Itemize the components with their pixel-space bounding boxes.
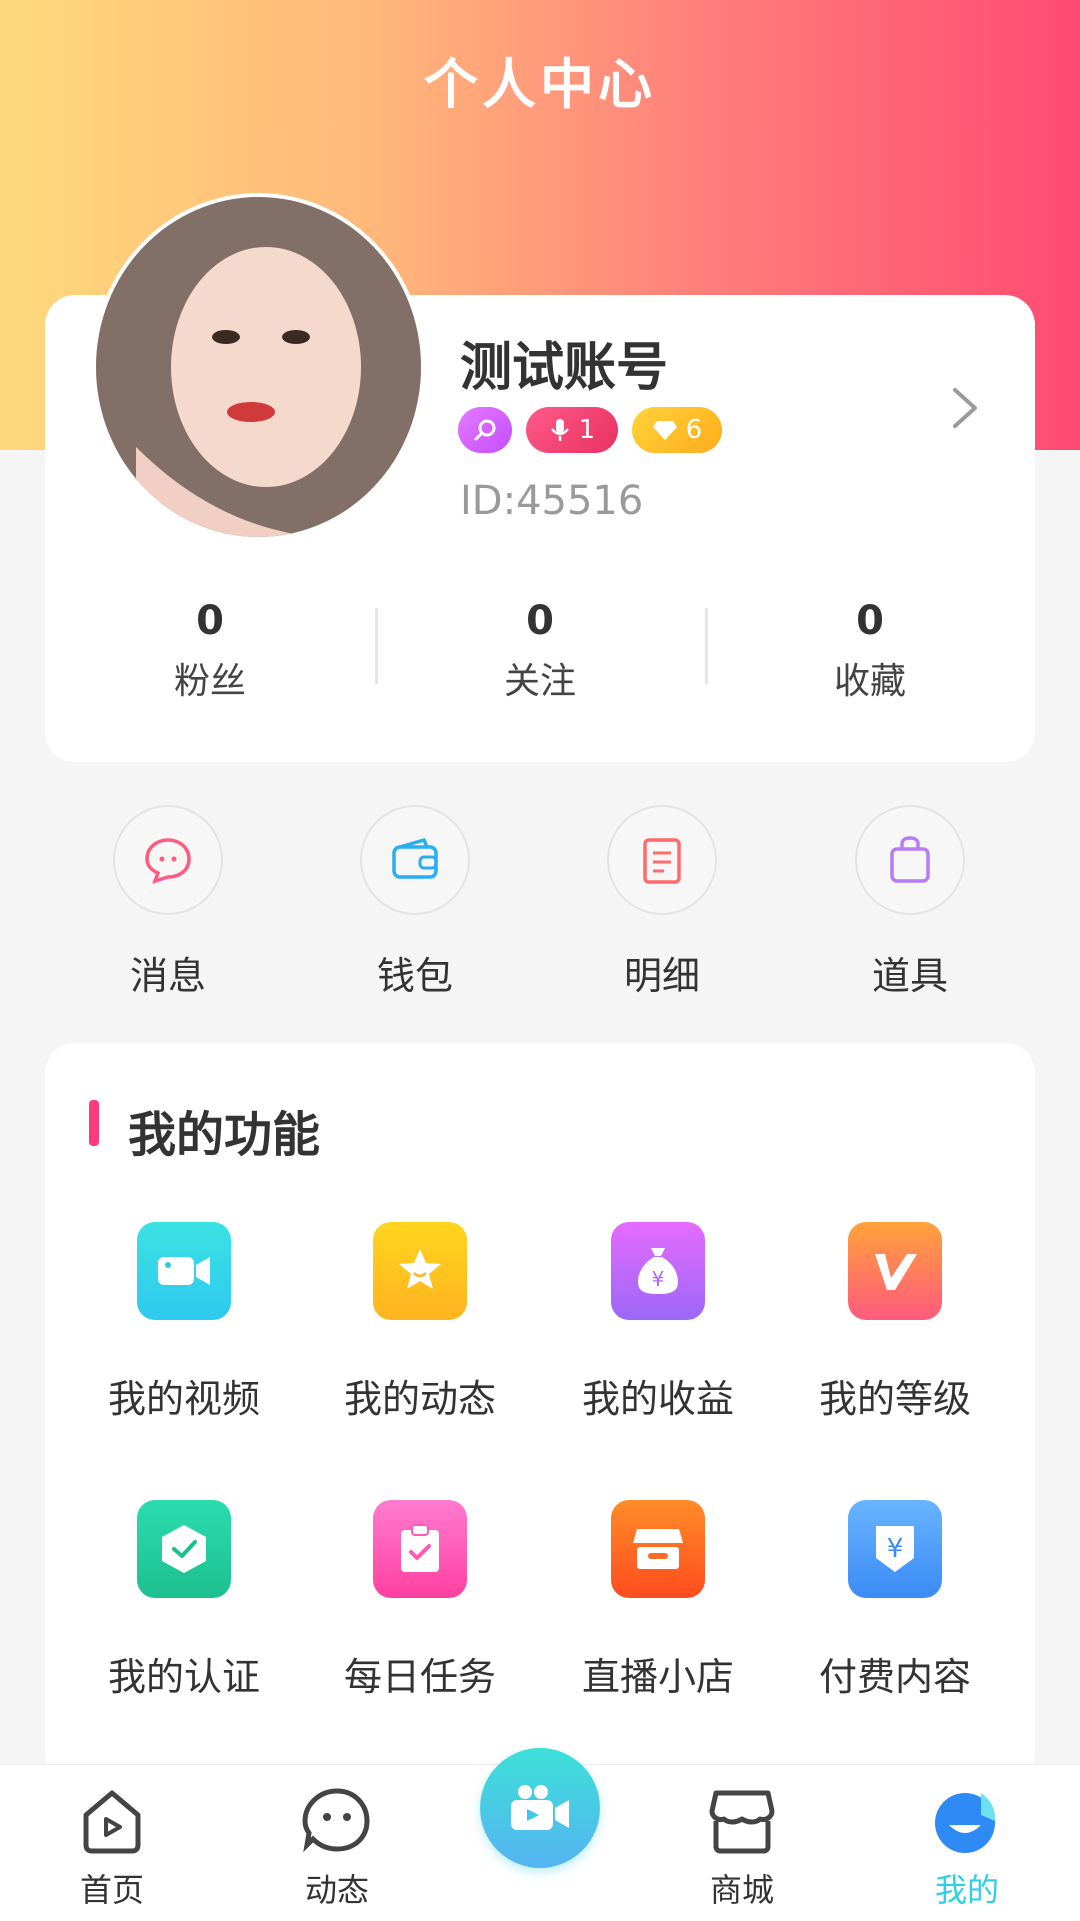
divider	[375, 608, 378, 684]
live-camera-icon	[511, 1785, 569, 1830]
microphone-icon	[550, 419, 569, 441]
stats-row: 0 粉丝 0 关注 0 收藏	[45, 598, 1035, 704]
quick-action-label: 道具	[871, 954, 948, 998]
profile-face-icon	[935, 1793, 996, 1853]
tab-label: 首页	[79, 1871, 144, 1909]
function-label: 每日任务	[343, 1655, 496, 1699]
tab-label: 我的	[934, 1871, 999, 1909]
function-my-moments[interactable]: 我的动态	[302, 1222, 538, 1423]
function-label: 我的收益	[581, 1377, 734, 1421]
username: 测试账号	[460, 338, 669, 398]
chevron-right-icon[interactable]	[950, 386, 980, 430]
stat-following[interactable]: 0 关注	[375, 598, 705, 704]
shield-check-icon	[137, 1500, 231, 1598]
diamond-level-text: 6	[685, 415, 703, 445]
face-bubble-icon	[302, 1788, 370, 1853]
tab-label: 商城	[709, 1871, 774, 1909]
search-magnifier-icon	[458, 407, 512, 453]
stat-value: 0	[196, 598, 224, 644]
diamond-icon	[652, 421, 677, 440]
function-my-videos[interactable]: 我的视频	[66, 1222, 302, 1423]
function-label: 我的认证	[107, 1655, 260, 1699]
section-title: 我的功能	[128, 1107, 321, 1163]
function-daily-tasks[interactable]: 每日任务	[302, 1500, 538, 1701]
clipboard-check-icon	[373, 1500, 467, 1598]
page-title: 个人中心	[424, 53, 656, 116]
level-v-icon	[848, 1222, 942, 1320]
quick-action-label: 钱包	[376, 954, 453, 998]
function-label: 付费内容	[818, 1655, 971, 1699]
video-camera-icon	[137, 1222, 231, 1320]
message-bubble-icon	[113, 805, 223, 915]
tab-label: 动态	[304, 1871, 369, 1909]
stat-label: 收藏	[833, 661, 906, 702]
wallet-icon	[360, 805, 470, 915]
tab-mall[interactable]: 商城	[682, 1785, 802, 1911]
stat-value: 0	[526, 598, 554, 644]
mic-level-text: 1	[578, 415, 596, 445]
function-label: 直播小店	[581, 1655, 734, 1699]
live-center-button[interactable]	[480, 1748, 600, 1868]
avatar[interactable]	[92, 193, 425, 541]
home-play-icon	[83, 1790, 141, 1854]
stat-value: 0	[856, 598, 884, 644]
stat-favorites[interactable]: 0 收藏	[705, 598, 1035, 704]
badge-row: 1 6	[458, 407, 722, 453]
tab-home[interactable]: 首页	[52, 1785, 172, 1911]
tab-mine[interactable]: 我的	[907, 1785, 1027, 1911]
money-bag-icon: ¥	[611, 1222, 705, 1320]
stat-label: 粉丝	[173, 661, 246, 702]
star-icon	[373, 1222, 467, 1320]
document-list-icon	[607, 805, 717, 915]
function-label: 我的动态	[343, 1377, 496, 1421]
function-live-store[interactable]: 直播小店	[540, 1500, 776, 1701]
level-badge-diamond: 6	[632, 407, 722, 453]
quick-action-wallet[interactable]: 钱包	[315, 805, 515, 1000]
quick-action-label: 消息	[129, 954, 206, 998]
section-accent-bar	[89, 1100, 99, 1146]
function-label: 我的视频	[107, 1377, 260, 1421]
level-badge-mic: 1	[526, 407, 618, 453]
paid-shield-yen-icon: ¥	[848, 1500, 942, 1598]
function-my-verification[interactable]: 我的认证	[66, 1500, 302, 1701]
function-my-earnings[interactable]: ¥ 我的收益	[540, 1222, 776, 1423]
store-icon	[611, 1500, 705, 1598]
stat-label: 关注	[503, 661, 576, 702]
function-paid-content[interactable]: ¥ 付费内容	[777, 1500, 1013, 1701]
tab-moments[interactable]: 动态	[277, 1785, 397, 1911]
user-id: ID:45516	[460, 478, 644, 524]
svg-text:¥: ¥	[887, 1534, 904, 1564]
function-label: 我的等级	[818, 1377, 971, 1421]
shop-icon	[709, 1790, 775, 1854]
quick-action-message[interactable]: 消息	[68, 805, 268, 1000]
svg-text:¥: ¥	[652, 1267, 665, 1291]
stat-fans[interactable]: 0 粉丝	[45, 598, 375, 704]
shopping-bag-icon	[855, 805, 965, 915]
quick-action-details[interactable]: 明细	[562, 805, 762, 1000]
quick-action-props[interactable]: 道具	[810, 805, 1010, 1000]
quick-action-label: 明细	[623, 954, 700, 998]
divider	[705, 608, 708, 684]
function-my-level[interactable]: 我的等级	[777, 1222, 1013, 1423]
